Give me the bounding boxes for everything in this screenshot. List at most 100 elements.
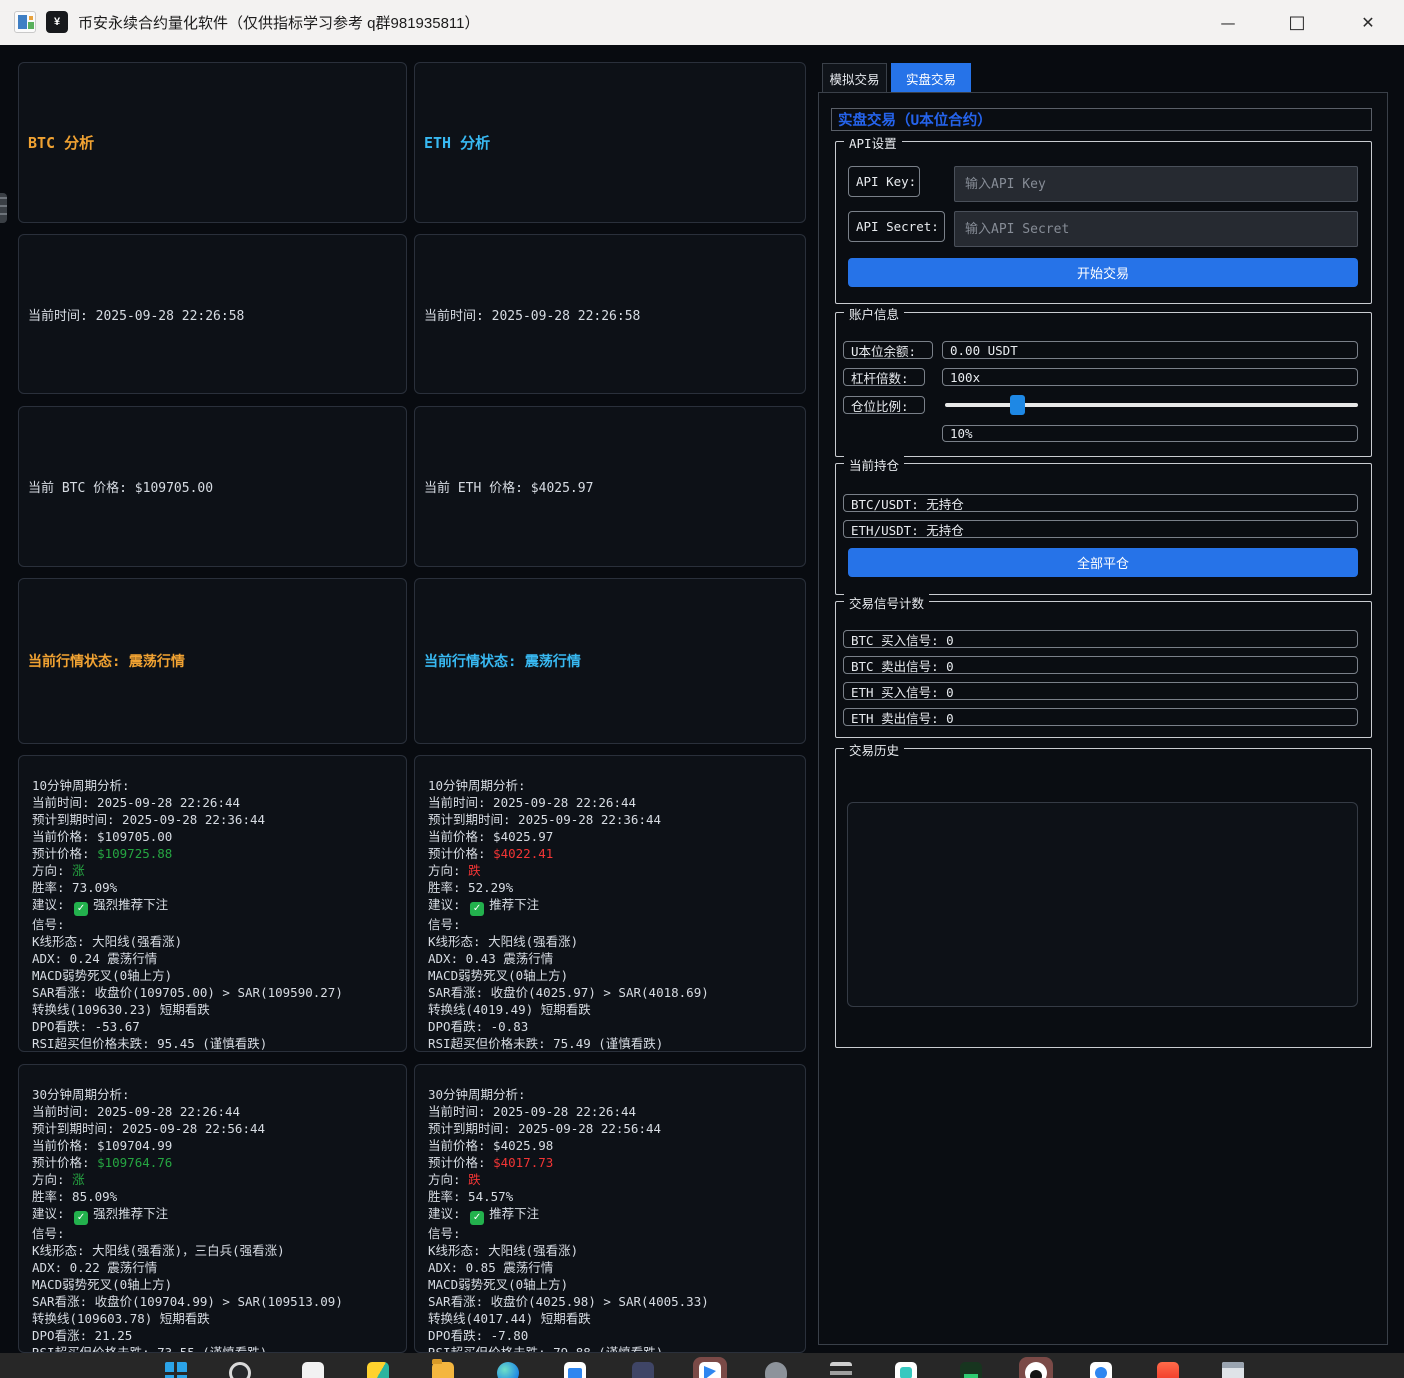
period-expire: 预计到期时间: 2025-09-28 22:36:44 xyxy=(32,811,400,828)
tab-simulated-trading[interactable]: 模拟交易 xyxy=(822,63,887,93)
period-title: 30分钟周期分析: xyxy=(428,1086,799,1103)
period-time: 当前时间: 2025-09-28 22:26:44 xyxy=(32,1103,400,1120)
position-ratio-label: 仓位比例: xyxy=(843,396,925,414)
signal-line: SAR看涨: 收盘价(109704.99) > SAR(109513.09) xyxy=(32,1293,400,1310)
advice-value: 推荐下注 xyxy=(489,897,539,912)
period-price: 当前价格: $109704.99 xyxy=(32,1137,400,1154)
btc-market-state: 当前行情状态: 震荡行情 xyxy=(28,651,185,671)
signal-line: 转换线(4017.44) 短期看跌 xyxy=(428,1310,799,1327)
edge-handle[interactable] xyxy=(0,193,7,223)
eth-current-time: 当前时间: 2025-09-28 22:26:58 xyxy=(424,305,640,324)
check-icon: ✓ xyxy=(74,1211,88,1225)
teal-app-icon[interactable] xyxy=(895,1362,917,1378)
eth-sell-signal-row: ETH 卖出信号: 0 xyxy=(843,708,1358,726)
direction-value: 跌 xyxy=(468,1172,481,1187)
predict-value: $109725.88 xyxy=(97,846,172,861)
leverage-value: 100x xyxy=(942,368,1358,386)
signal-count-group: 交易信号计数 BTC 买入信号: 0 BTC 卖出信号: 0 ETH 买入信号:… xyxy=(835,601,1372,738)
minimize-button[interactable]: — xyxy=(1199,0,1257,45)
signal-line: ADX: 0.22 震荡行情 xyxy=(32,1259,400,1276)
predict-value: $4017.73 xyxy=(493,1155,553,1170)
predict-value: $4022.41 xyxy=(493,846,553,861)
notes-app-icon[interactable] xyxy=(302,1362,324,1378)
signal-line: K线形态: 大阳线(强看涨) xyxy=(428,1242,799,1259)
period-expire: 预计到期时间: 2025-09-28 22:56:44 xyxy=(32,1120,400,1137)
period-price: 当前价格: $109705.00 xyxy=(32,828,400,845)
check-icon: ✓ xyxy=(470,902,484,916)
window-title: 币安永续合约量化软件（仅供指标学习参考 q群981935811） xyxy=(78,0,479,45)
api-secret-label: API Secret: xyxy=(848,211,945,242)
signals-title: 信号: xyxy=(32,916,400,933)
btc-current-time: 当前时间: 2025-09-28 22:26:58 xyxy=(28,305,244,324)
signal-line: RSI超买但价格未跌: 95.45 (谨慎看跌) xyxy=(32,1035,400,1052)
period-expire: 预计到期时间: 2025-09-28 22:36:44 xyxy=(428,811,799,828)
btc-sell-signal-row: BTC 卖出信号: 0 xyxy=(843,656,1358,674)
green-terminal-app-icon[interactable] xyxy=(960,1362,982,1378)
signal-line: 转换线(4019.49) 短期看跌 xyxy=(428,1001,799,1018)
period-time: 当前时间: 2025-09-28 22:26:44 xyxy=(428,794,799,811)
btc-position-row: BTC/USDT: 无持仓 xyxy=(843,494,1358,512)
maximize-button[interactable]: □ xyxy=(1268,0,1326,45)
btc-price-panel: 当前 BTC 价格: $109705.00 xyxy=(18,406,407,567)
signal-line: K线形态: 大阳线(强看涨)，三白兵(强看涨) xyxy=(32,1242,400,1259)
browser-window-app-icon[interactable] xyxy=(1222,1362,1244,1378)
signal-line: DPO看跌: -0.83 xyxy=(428,1018,799,1035)
signals-title: 信号: xyxy=(428,916,799,933)
edge-browser-icon[interactable] xyxy=(497,1362,519,1378)
eth-30min-panel: 30分钟周期分析: 当前时间: 2025-09-28 22:26:44 预计到期… xyxy=(414,1064,806,1353)
signals-title: 信号: xyxy=(32,1225,400,1242)
briefcase-app-icon[interactable] xyxy=(564,1362,586,1378)
cat-gray-app-icon[interactable] xyxy=(765,1362,787,1378)
face-app-icon[interactable] xyxy=(1025,1362,1047,1378)
api-key-input[interactable] xyxy=(954,166,1358,202)
signal-line: MACD弱势死叉(0轴上方) xyxy=(32,1276,400,1293)
close-all-positions-button[interactable]: 全部平仓 xyxy=(848,548,1358,577)
signal-count-group-title: 交易信号计数 xyxy=(844,593,929,612)
position-ratio-slider-handle[interactable] xyxy=(1010,395,1025,415)
trade-history-list[interactable] xyxy=(847,802,1358,1007)
search-icon[interactable] xyxy=(229,1362,251,1378)
period-winrate: 胜率: 54.57% xyxy=(428,1188,799,1205)
windows-start-icon[interactable] xyxy=(165,1362,187,1378)
btc-buy-signal-row: BTC 买入信号: 0 xyxy=(843,630,1358,648)
close-button[interactable]: ✕ xyxy=(1339,0,1397,45)
api-key-label: API Key: xyxy=(848,166,920,197)
list-bars-app-icon[interactable] xyxy=(830,1362,852,1378)
signal-line: K线形态: 大阳线(强看涨) xyxy=(428,933,799,950)
blue-dot-app-icon[interactable] xyxy=(1090,1362,1112,1378)
period-price: 当前价格: $4025.97 xyxy=(428,828,799,845)
signal-line: RSI超买但价格未跌: 75.49 (谨慎看跌) xyxy=(428,1035,799,1052)
eth-price-panel: 当前 ETH 价格: $4025.97 xyxy=(414,406,806,567)
signal-line: 转换线(109603.78) 短期看跌 xyxy=(32,1310,400,1327)
tab-live-trading[interactable]: 实盘交易 xyxy=(891,63,971,93)
media-yellow-app-icon[interactable] xyxy=(367,1362,389,1378)
api-secret-input[interactable] xyxy=(954,211,1358,247)
eth-10min-panel: 10分钟周期分析: 当前时间: 2025-09-28 22:26:44 预计到期… xyxy=(414,755,806,1052)
signal-line: SAR看涨: 收盘价(4025.98) > SAR(4005.33) xyxy=(428,1293,799,1310)
folder-icon[interactable] xyxy=(432,1362,454,1378)
blue-fin-app-icon[interactable] xyxy=(699,1362,721,1378)
title-bar: ¥ 币安永续合约量化软件（仅供指标学习参考 q群981935811） — □ ✕ xyxy=(0,0,1404,45)
eth-position-row: ETH/USDT: 无持仓 xyxy=(843,520,1358,538)
signal-line: DPO看涨: 21.25 xyxy=(32,1327,400,1344)
cat-dark-app-icon[interactable] xyxy=(632,1362,654,1378)
period-winrate: 胜率: 85.09% xyxy=(32,1188,400,1205)
signal-line: ADX: 0.43 震荡行情 xyxy=(428,950,799,967)
live-trading-header: 实盘交易（U本位合约） xyxy=(831,108,1372,131)
signal-line: RSI超买但价格未跌: 79.88 (谨慎看跌) xyxy=(428,1344,799,1354)
api-settings-group-title: API设置 xyxy=(844,133,902,152)
signal-line: MACD弱势死叉(0轴上方) xyxy=(428,967,799,984)
eth-analysis-header-panel: ETH 分析 xyxy=(414,62,806,223)
start-trading-button[interactable]: 开始交易 xyxy=(848,258,1358,287)
signal-line: 转换线(109630.23) 短期看跌 xyxy=(32,1001,400,1018)
orange-app-icon[interactable] xyxy=(1157,1362,1179,1378)
direction-value: 涨 xyxy=(72,863,85,878)
period-title: 30分钟周期分析: xyxy=(32,1086,400,1103)
position-ratio-slider-track[interactable] xyxy=(945,403,1358,407)
btc-time-panel: 当前时间: 2025-09-28 22:26:58 xyxy=(18,234,407,394)
btc-analysis-title: BTC 分析 xyxy=(28,132,94,153)
position-ratio-value: 10% xyxy=(942,425,1358,442)
advice-value: 强烈推荐下注 xyxy=(93,1206,168,1221)
signals-title: 信号: xyxy=(428,1225,799,1242)
period-winrate: 胜率: 52.29% xyxy=(428,879,799,896)
